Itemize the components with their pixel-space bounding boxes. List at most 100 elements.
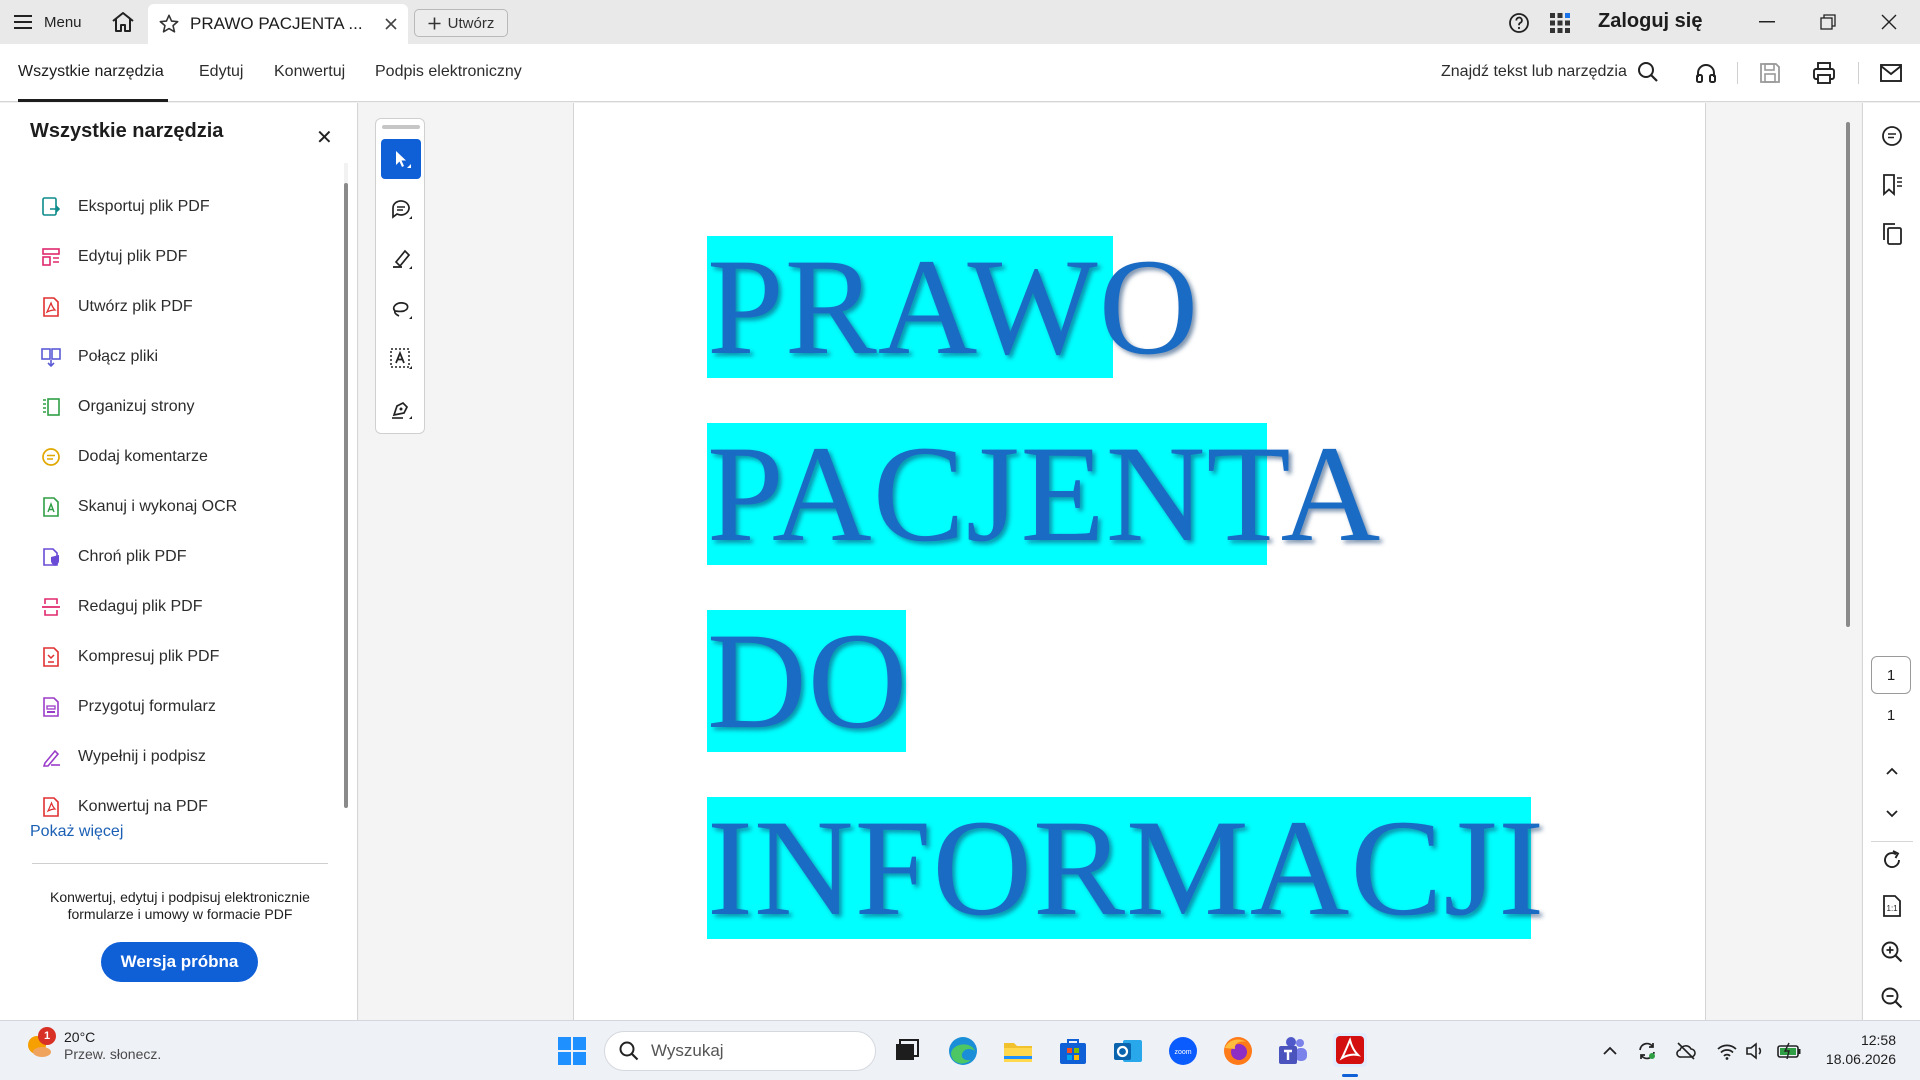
tool-item-protect-pdf[interactable]: Chroń plik PDF <box>40 542 330 572</box>
current-page-input[interactable]: 1 <box>1871 656 1911 694</box>
tools-bar: Wszystkie narzędzia Edytuj Konwertuj Pod… <box>0 44 1920 102</box>
free-trial-button[interactable]: Wersja próbna <box>101 942 258 982</box>
draw-tool-button[interactable] <box>381 289 421 329</box>
tool-item-redact-pdf[interactable]: Redaguj plik PDF <box>40 592 330 622</box>
drag-handle[interactable] <box>382 125 420 129</box>
zoom-app-icon[interactable]: zoom <box>1166 1034 1200 1068</box>
home-button[interactable] <box>110 10 138 36</box>
document-line-3: DO <box>707 604 909 757</box>
find-text-tools[interactable]: Znajdź tekst lub narzędzia <box>1441 61 1659 83</box>
email-icon[interactable] <box>1878 60 1904 86</box>
tool-item-comment[interactable]: Dodaj komentarze <box>40 442 330 472</box>
select-tool-button[interactable] <box>381 139 421 179</box>
close-window-button[interactable] <box>1869 8 1909 36</box>
chevron-up-icon[interactable] <box>1599 1040 1621 1062</box>
tab-edit[interactable]: Edytuj <box>199 44 243 102</box>
chevron-up-icon[interactable] <box>1879 758 1905 784</box>
chevron-down-icon[interactable] <box>1879 800 1905 826</box>
toolbar-divider <box>1737 62 1738 84</box>
home-icon <box>112 12 134 32</box>
menu-button[interactable]: Menu <box>14 10 82 34</box>
document-line-4: INFORMACJI <box>707 791 1546 944</box>
taskbar-search[interactable]: Wyszukaj <box>604 1031 876 1071</box>
apps-grid-icon[interactable] <box>1549 12 1571 34</box>
save-icon[interactable] <box>1757 60 1783 86</box>
text-box-icon <box>390 348 412 369</box>
tool-item-convert-pdf[interactable]: Konwertuj na PDF <box>40 792 330 822</box>
close-panel-icon[interactable]: ✕ <box>316 125 333 150</box>
tool-item-combine-files[interactable]: Połącz pliki <box>40 342 330 372</box>
print-icon[interactable] <box>1811 60 1837 86</box>
microsoft-store-icon[interactable] <box>1056 1034 1090 1068</box>
windows-start-icon[interactable] <box>555 1034 589 1068</box>
comments-panel-icon[interactable] <box>1879 123 1905 149</box>
organize-pages-icon <box>43 398 60 416</box>
show-more-link[interactable]: Pokaż więcej <box>30 823 123 841</box>
pages-thumbnails-icon[interactable] <box>1879 221 1905 247</box>
acrobat-icon[interactable] <box>1331 1031 1369 1069</box>
tool-item-label: Organizuj strony <box>78 398 195 415</box>
wifi-icon[interactable] <box>1716 1040 1738 1062</box>
tool-item-prepare-form[interactable]: Przygotuj formularz <box>40 692 330 722</box>
cursor-icon <box>396 151 411 168</box>
tool-item-export-pdf[interactable]: Eksportuj plik PDF <box>40 192 330 222</box>
system-clock[interactable]: 12:58 18.06.2026 <box>1812 1031 1896 1069</box>
tool-item-fill-sign[interactable]: Wypełnij i podpisz <box>40 742 330 772</box>
prepare-form-icon <box>43 697 59 717</box>
document-tab[interactable]: PRAWO PACJENTA ... <box>148 4 408 44</box>
edge-browser-icon[interactable] <box>946 1034 980 1068</box>
tab-e-sign[interactable]: Podpis elektroniczny <box>375 44 522 102</box>
pen-icon <box>393 249 412 269</box>
panel-scrollbar[interactable] <box>344 183 348 808</box>
comment-tool-button[interactable] <box>381 189 421 229</box>
scan-ocr-icon <box>43 497 59 517</box>
restore-button[interactable] <box>1808 8 1848 36</box>
rotate-icon[interactable] <box>1879 847 1905 873</box>
active-app-indicator <box>1342 1074 1358 1077</box>
document-scrollbar[interactable] <box>1846 122 1850 627</box>
cloud-off-icon[interactable] <box>1675 1040 1697 1062</box>
login-button[interactable]: Zaloguj się <box>1598 10 1702 33</box>
tool-item-create-pdf[interactable]: Utwórz plik PDF <box>40 292 330 322</box>
tool-item-label: Skanuj i wykonaj OCR <box>78 498 238 515</box>
tool-item-label: Połącz pliki <box>78 348 159 365</box>
highlight-tool-button[interactable] <box>381 239 421 279</box>
file-explorer-icon[interactable] <box>1001 1034 1035 1068</box>
tool-item-organize-pages[interactable]: Organizuj strony <box>40 392 330 422</box>
read-aloud-icon[interactable] <box>1693 60 1719 86</box>
comment-icon <box>392 200 412 219</box>
search-icon <box>619 1041 639 1061</box>
tool-item-label: Kompresuj plik PDF <box>78 648 220 665</box>
battery-charging-icon[interactable] <box>1776 1040 1802 1062</box>
close-tab-icon[interactable] <box>384 17 398 31</box>
clock-time: 12:58 <box>1860 1032 1896 1048</box>
outlook-icon[interactable] <box>1111 1034 1145 1068</box>
teams-icon[interactable] <box>1276 1034 1310 1068</box>
create-pdf-icon <box>43 297 59 317</box>
sync-icon[interactable] <box>1636 1040 1658 1062</box>
zoom-in-icon[interactable] <box>1879 939 1905 965</box>
text-select-tool-button[interactable] <box>381 339 421 379</box>
pen-nib-icon <box>392 401 412 419</box>
create-button[interactable]: Utwórz <box>414 9 508 37</box>
tab-convert[interactable]: Konwertuj <box>274 44 345 102</box>
quick-tools-bar <box>375 118 425 434</box>
tool-item-scan-ocr[interactable]: Skanuj i wykonaj OCR <box>40 492 330 522</box>
volume-icon[interactable] <box>1744 1040 1766 1062</box>
firefox-icon[interactable] <box>1221 1034 1255 1068</box>
help-icon[interactable] <box>1508 12 1530 34</box>
tool-item-compress-pdf[interactable]: Kompresuj plik PDF <box>40 642 330 672</box>
zoom-out-icon[interactable] <box>1879 985 1905 1011</box>
fit-page-icon[interactable]: 1:1 <box>1879 893 1905 919</box>
menu-label: Menu <box>44 13 82 31</box>
task-view-icon[interactable] <box>890 1034 924 1068</box>
combine-files-icon <box>41 348 61 368</box>
star-icon[interactable] <box>158 13 180 35</box>
tab-all-tools[interactable]: Wszystkie narzędzia <box>18 44 168 102</box>
pdf-page[interactable]: PRAWO PACJENTA DO INFORMACJI <box>573 103 1706 1020</box>
tool-item-edit-pdf[interactable]: Edytuj plik PDF <box>40 242 330 272</box>
protect-pdf-icon <box>43 548 59 566</box>
sign-tool-button[interactable] <box>381 389 421 429</box>
minimize-button[interactable] <box>1747 8 1787 36</box>
bookmarks-icon[interactable] <box>1879 172 1905 198</box>
